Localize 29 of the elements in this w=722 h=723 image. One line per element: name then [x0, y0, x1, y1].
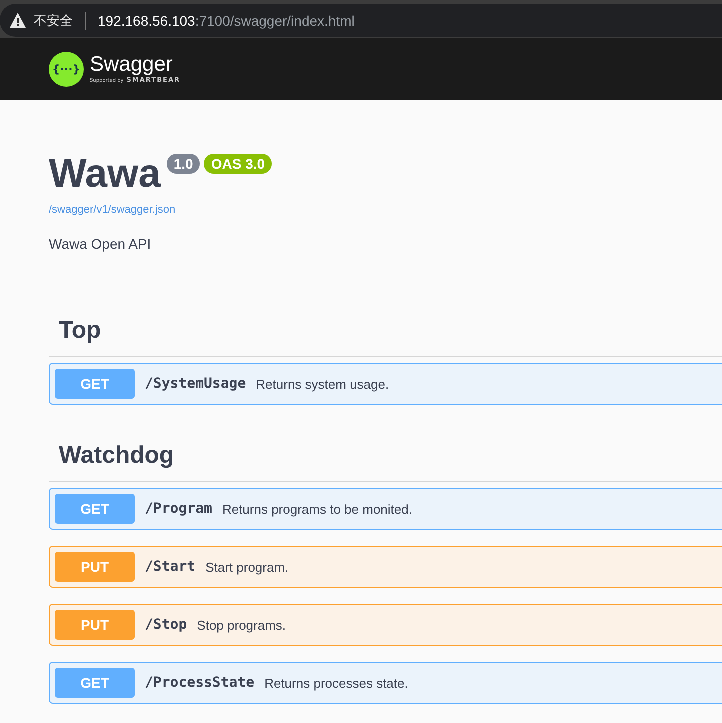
operation-row[interactable]: PUT /Stop Stop programs.	[49, 604, 722, 646]
operation-row[interactable]: GET /Program Returns programs to be monited.	[49, 488, 722, 530]
api-title: Wawa	[49, 151, 161, 198]
oas-badge: OAS 3.0	[204, 154, 272, 174]
endpoint-path: /Program	[145, 501, 212, 517]
endpoint-path: /ProcessState	[145, 675, 255, 691]
endpoint-summary: Returns programs to be monited.	[222, 502, 412, 516]
operation-row[interactable]: PUT /Start Start program.	[49, 546, 722, 588]
endpoint-summary: Stop programs.	[197, 618, 286, 632]
method-badge: GET	[55, 668, 135, 698]
version-badge: 1.0	[166, 154, 200, 174]
endpoint-path: /Start	[145, 559, 196, 575]
method-badge: PUT	[55, 610, 135, 640]
section-heading[interactable]: Top	[49, 306, 722, 357]
endpoint-path: /SystemUsage	[145, 376, 246, 392]
endpoint-summary: Returns system usage.	[256, 376, 390, 392]
method-badge: GET	[55, 494, 135, 524]
address-field[interactable]: 192.168.56.103:7100/swagger/index.html	[98, 12, 355, 28]
warning-icon[interactable]	[10, 13, 26, 28]
method-badge: GET	[55, 369, 135, 399]
security-label[interactable]: 不安全	[34, 12, 73, 30]
api-description: Wawa Open API	[49, 236, 152, 252]
endpoint-path: /Stop	[145, 617, 188, 633]
method-badge: PUT	[55, 552, 135, 582]
operation-row[interactable]: GET /SystemUsage Returns system usage.	[49, 363, 722, 405]
section-heading[interactable]: Watchdog	[49, 431, 722, 482]
endpoint-summary: Start program.	[206, 560, 289, 574]
endpoint-summary: Returns processes state.	[264, 676, 408, 690]
operation-row[interactable]: GET /ProcessState Returns processes state.	[49, 662, 722, 704]
